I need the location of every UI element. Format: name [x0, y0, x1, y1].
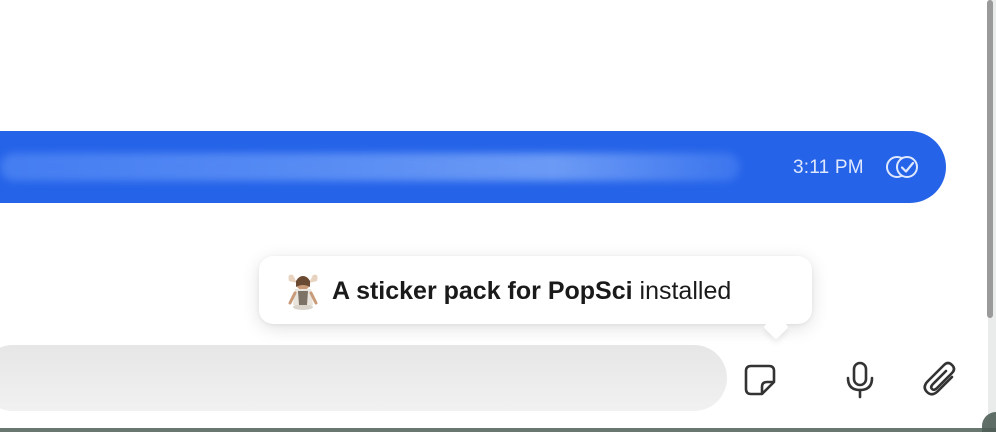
message-input[interactable]	[0, 345, 727, 411]
paperclip-icon	[922, 360, 960, 400]
toast-title-suffix: installed	[632, 277, 732, 305]
sticker-button[interactable]	[740, 358, 780, 402]
sticker-thumbnail	[283, 269, 323, 311]
chat-window: 3:11 PM A sticker pack for PopSci instal…	[0, 0, 996, 432]
right-edge	[982, 0, 996, 432]
outgoing-message-bubble[interactable]: 3:11 PM	[0, 131, 946, 203]
window-bottom-edge	[0, 428, 996, 432]
double-check-read-icon	[885, 154, 923, 180]
message-time: 3:11 PM	[793, 157, 864, 178]
attach-file-button[interactable]	[921, 358, 961, 402]
toast-title-bold: A sticker pack for PopSci	[332, 277, 633, 305]
sticker-installed-toast: A sticker pack for PopSci installed	[259, 256, 812, 340]
voice-message-button[interactable]	[840, 358, 880, 402]
microphone-icon	[842, 360, 878, 400]
scrollbar-thumb[interactable]	[987, 0, 993, 318]
toast-pointer	[763, 314, 789, 340]
toast-message: A sticker pack for PopSci installed	[332, 277, 731, 306]
sticker-icon	[742, 362, 778, 398]
blurred-message-text	[0, 153, 740, 181]
